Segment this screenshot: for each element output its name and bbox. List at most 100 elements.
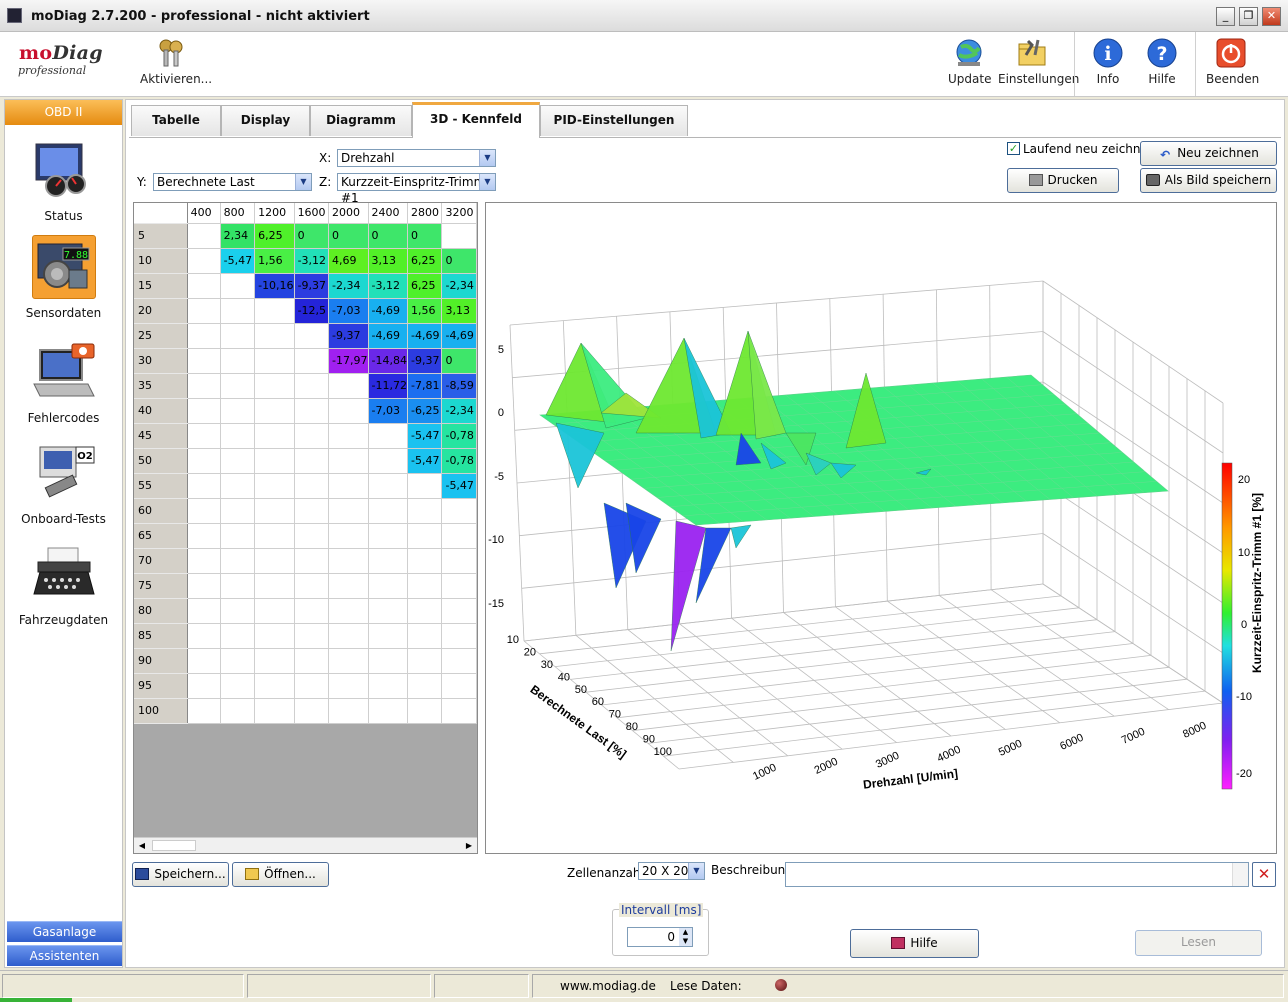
table-cell[interactable]: -6,25 xyxy=(407,398,443,424)
table-cell[interactable] xyxy=(294,623,330,649)
table-cell[interactable] xyxy=(328,648,369,674)
table-cell[interactable] xyxy=(187,273,221,299)
table-cell[interactable] xyxy=(328,623,369,649)
table-cell[interactable] xyxy=(220,573,256,599)
table-cell[interactable] xyxy=(328,598,369,624)
table-cell[interactable] xyxy=(441,573,477,599)
table-cell[interactable] xyxy=(294,348,330,374)
settings-button[interactable]: Einstellungen xyxy=(998,37,1079,86)
table-cell[interactable] xyxy=(187,223,221,249)
table-cell[interactable] xyxy=(328,498,369,524)
sidebar-item-assistenten[interactable]: Assistenten xyxy=(7,945,122,966)
row-header[interactable]: 100 xyxy=(134,698,188,724)
read-button[interactable]: Lesen xyxy=(1135,930,1262,956)
table-cell[interactable] xyxy=(187,623,221,649)
table-cell[interactable] xyxy=(368,598,408,624)
table-cell[interactable] xyxy=(220,673,256,699)
table-cell[interactable] xyxy=(220,548,256,574)
table-cell[interactable] xyxy=(254,348,295,374)
activate-button[interactable]: Aktivieren... xyxy=(140,37,212,86)
table-cell[interactable]: -0,78 xyxy=(441,448,477,474)
tab-diagramm[interactable]: Diagramm xyxy=(310,105,412,136)
table-cell[interactable] xyxy=(294,598,330,624)
table-cell[interactable]: 2,34 xyxy=(220,223,256,249)
table-cell[interactable] xyxy=(254,423,295,449)
table-cell[interactable] xyxy=(368,698,408,724)
table-cell[interactable]: -4,69 xyxy=(441,323,477,349)
column-header[interactable]: 1600 xyxy=(294,203,330,224)
table-cell[interactable]: -9,37 xyxy=(328,323,369,349)
table-cell[interactable] xyxy=(254,648,295,674)
table-cell[interactable] xyxy=(294,573,330,599)
table-cell[interactable] xyxy=(407,498,443,524)
table-cell[interactable] xyxy=(187,398,221,424)
table-cell[interactable] xyxy=(328,473,369,499)
table-cell[interactable] xyxy=(220,348,256,374)
sidebar-item-onboard-tests[interactable]: O2 Onboard-Tests xyxy=(5,441,122,526)
table-cell[interactable] xyxy=(187,448,221,474)
z-axis-select[interactable]: Kurzzeit-Einspritz-Trimm #1 ▼ xyxy=(337,173,496,205)
table-cell[interactable]: 0 xyxy=(328,223,369,249)
table-cell[interactable] xyxy=(220,373,256,399)
table-cell[interactable] xyxy=(254,673,295,699)
row-header[interactable]: 40 xyxy=(134,398,188,424)
table-cell[interactable] xyxy=(407,698,443,724)
description-input[interactable] xyxy=(785,862,1249,887)
row-header[interactable]: 30 xyxy=(134,348,188,374)
table-cell[interactable] xyxy=(220,273,256,299)
table-cell[interactable] xyxy=(294,373,330,399)
table-cell[interactable] xyxy=(254,448,295,474)
table-cell[interactable]: 0 xyxy=(407,223,443,249)
table-cell[interactable] xyxy=(407,523,443,549)
sidebar-header-obd[interactable]: OBD II xyxy=(5,100,122,125)
table-cell[interactable]: 1,56 xyxy=(254,248,295,274)
table-cell[interactable] xyxy=(441,623,477,649)
table-cell[interactable] xyxy=(441,598,477,624)
table-cell[interactable]: -14,84 xyxy=(368,348,408,374)
table-cell[interactable]: 4,69 xyxy=(328,248,369,274)
table-cell[interactable] xyxy=(294,498,330,524)
table-cell[interactable] xyxy=(220,598,256,624)
table-cell[interactable] xyxy=(254,548,295,574)
table-cell[interactable]: -12,5 xyxy=(294,298,330,324)
row-header[interactable]: 55 xyxy=(134,473,188,499)
help-bottom-button[interactable]: Hilfe xyxy=(850,929,979,958)
table-cell[interactable] xyxy=(294,673,330,699)
table-cell[interactable] xyxy=(294,323,330,349)
column-header[interactable]: 3200 xyxy=(441,203,477,224)
website-link[interactable]: www.modiag.de xyxy=(560,979,656,993)
table-cell[interactable] xyxy=(368,473,408,499)
table-cell[interactable]: -8,59 xyxy=(441,373,477,399)
table-cell[interactable] xyxy=(254,598,295,624)
table-cell[interactable]: -11,72 xyxy=(368,373,408,399)
table-cell[interactable] xyxy=(220,423,256,449)
row-header[interactable]: 5 xyxy=(134,223,188,249)
row-header[interactable]: 80 xyxy=(134,598,188,624)
table-cell[interactable] xyxy=(407,598,443,624)
table-cell[interactable]: 0 xyxy=(441,248,477,274)
tab-tabelle[interactable]: Tabelle xyxy=(131,105,221,136)
column-header[interactable]: 800 xyxy=(220,203,256,224)
save-image-button[interactable]: Als Bild speichern xyxy=(1140,168,1277,193)
table-cell[interactable]: 6,25 xyxy=(407,273,443,299)
table-cell[interactable]: -3,12 xyxy=(368,273,408,299)
table-cell[interactable] xyxy=(254,498,295,524)
sidebar-item-fehlercodes[interactable]: Fehlercodes xyxy=(5,340,122,425)
row-header[interactable]: 90 xyxy=(134,648,188,674)
surface-chart[interactable]: 5 0 -5 -10 -15 10 20 30 40 50 60 70 80 90 100 1000 2000 3… xyxy=(485,202,1277,854)
x-axis-select[interactable]: Drehzahl ▼ xyxy=(337,149,496,167)
table-cell[interactable] xyxy=(328,373,369,399)
column-header[interactable]: 2000 xyxy=(328,203,369,224)
table-cell[interactable]: -2,34 xyxy=(328,273,369,299)
table-cell[interactable] xyxy=(294,548,330,574)
table-cell[interactable] xyxy=(407,648,443,674)
table-cell[interactable]: 0 xyxy=(294,223,330,249)
table-cell[interactable] xyxy=(220,498,256,524)
table-cell[interactable] xyxy=(441,698,477,724)
redraw-checkbox[interactable]: ✓ xyxy=(1007,142,1020,155)
table-cell[interactable]: 6,25 xyxy=(254,223,295,249)
sidebar-item-fahrzeugdaten[interactable]: Fahrzeugdaten xyxy=(5,542,122,627)
table-cell[interactable] xyxy=(328,448,369,474)
table-cell[interactable]: 3,13 xyxy=(368,248,408,274)
cell-count-select[interactable]: 20 X 20 ▼ xyxy=(638,862,705,880)
